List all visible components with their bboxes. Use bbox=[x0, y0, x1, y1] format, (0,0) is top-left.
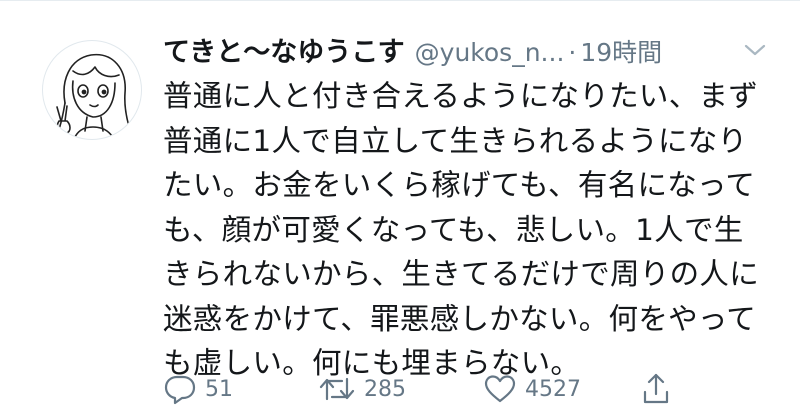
tweet-header: てきと〜なゆうこす @yukos_n... · 19時間 bbox=[163, 30, 773, 70]
retweet-count: 285 bbox=[364, 376, 406, 402]
retweet-icon bbox=[319, 377, 355, 401]
display-name[interactable]: てきと〜なゆうこす bbox=[163, 30, 405, 69]
tweet-actions: 51 285 4527 bbox=[163, 372, 683, 406]
like-button[interactable]: 4527 bbox=[483, 372, 581, 406]
tweet-content: てきと〜なゆうこす @yukos_n... · 19時間 普通に人と付き合えるよ… bbox=[163, 30, 773, 386]
reply-count: 51 bbox=[205, 376, 233, 402]
more-options-button[interactable] bbox=[742, 40, 768, 60]
chevron-down-icon bbox=[744, 44, 766, 56]
tweet-text: 普通に人と付き合えるようになりたい、まず 普通に1人で自立して生きられるようにな… bbox=[163, 79, 759, 380]
share-button[interactable] bbox=[641, 372, 671, 406]
like-count: 4527 bbox=[525, 376, 581, 402]
heart-icon bbox=[484, 375, 516, 403]
top-divider bbox=[0, 0, 800, 1]
share-icon bbox=[643, 373, 669, 404]
retweet-button[interactable]: 285 bbox=[318, 372, 406, 406]
separator-dot: · bbox=[568, 38, 577, 67]
reply-button[interactable]: 51 bbox=[163, 372, 233, 406]
timestamp[interactable]: 19時間 bbox=[580, 33, 662, 69]
user-handle[interactable]: @yukos_n... bbox=[415, 38, 565, 67]
avatar[interactable] bbox=[42, 40, 142, 140]
avatar-drawing-icon bbox=[56, 53, 132, 139]
reply-icon bbox=[164, 375, 196, 405]
